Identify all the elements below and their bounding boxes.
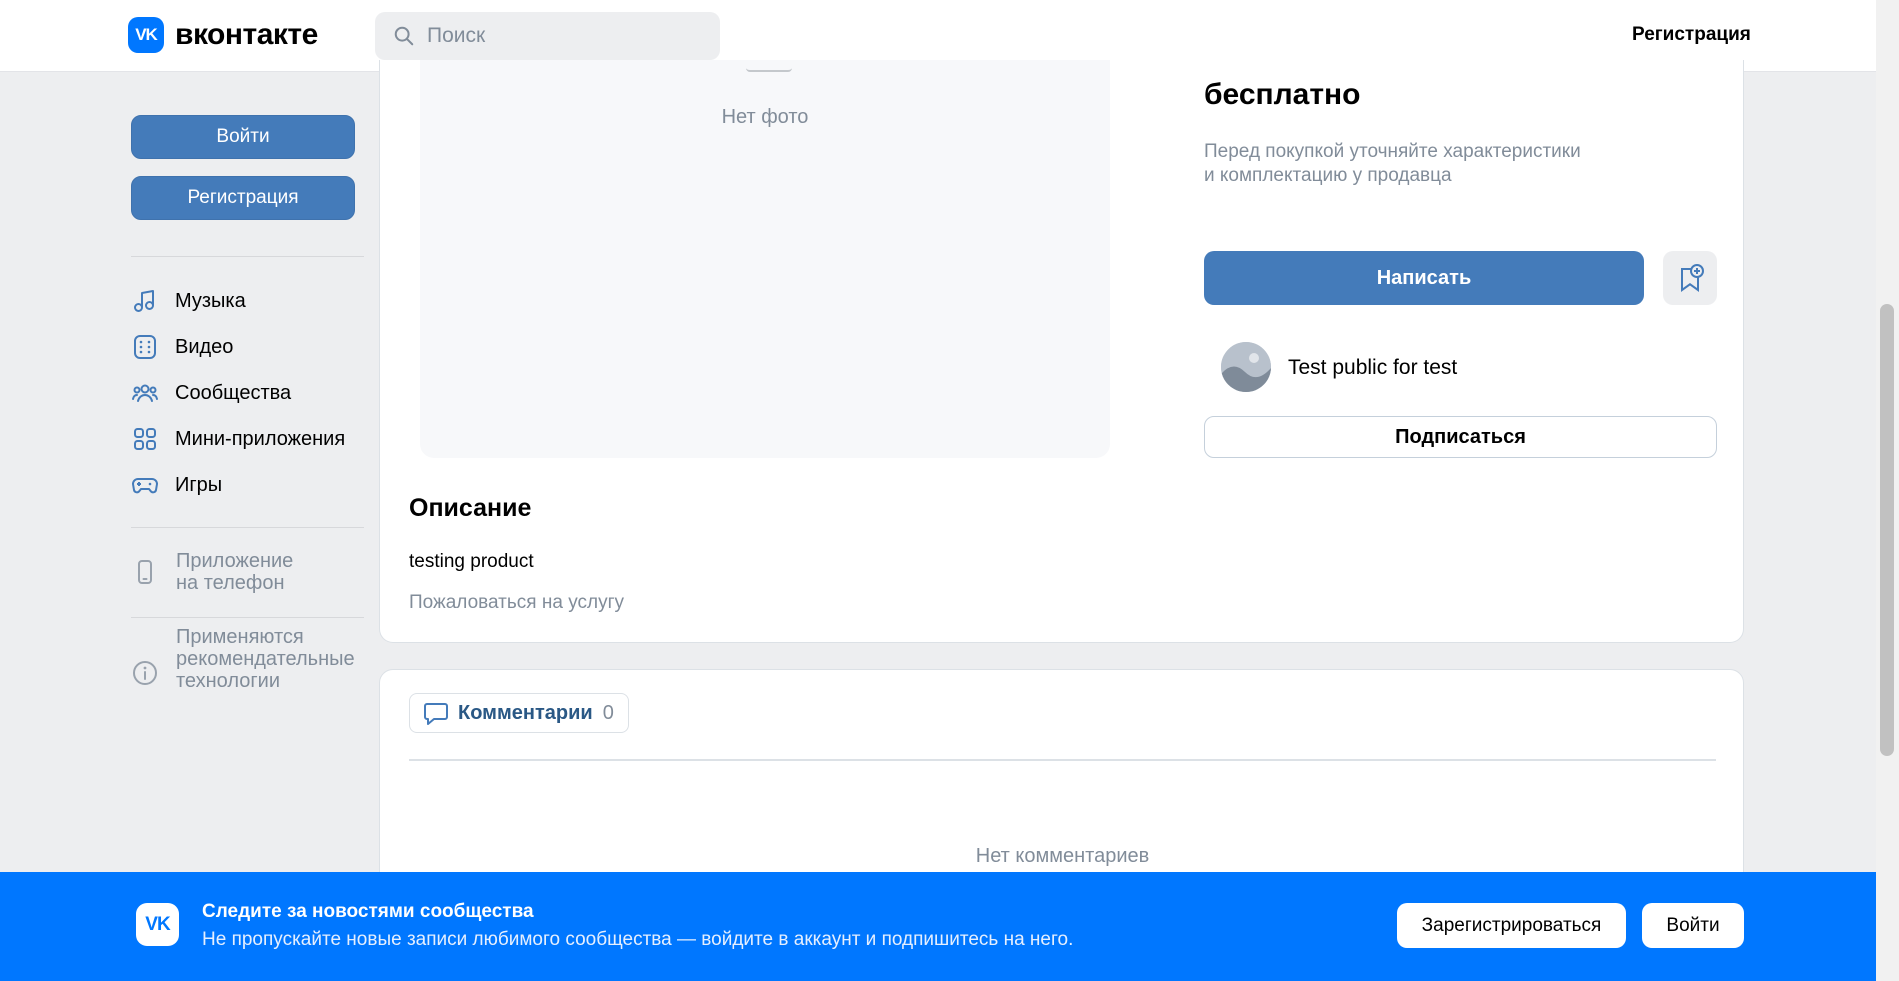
sidebar-item-games[interactable]: Игры <box>131 470 222 500</box>
sidebar-item-label: Игры <box>175 473 223 496</box>
group-avatar[interactable] <box>1221 342 1271 392</box>
vk-logo[interactable]: VK вконтакте <box>128 17 318 53</box>
comment-icon <box>424 703 448 725</box>
games-icon <box>132 478 158 494</box>
sidebar-item-communities[interactable]: Сообщества <box>131 378 291 408</box>
sidebar-item-label: Музыка <box>175 289 246 312</box>
image-placeholder-icon <box>1221 342 1271 392</box>
sidebar-login-button[interactable]: Войти <box>131 115 355 159</box>
subscribe-banner: VK Следите за новостями сообщества Не пр… <box>0 872 1876 981</box>
header-register-link[interactable]: Регистрация <box>1632 24 1751 46</box>
sidebar-item-mini-apps[interactable]: Мини-приложения <box>131 424 345 454</box>
phone-app-line2: на телефон <box>176 572 285 594</box>
report-link[interactable]: Пожаловаться на услугу <box>409 592 624 614</box>
description-text: testing product <box>409 551 534 572</box>
info-icon <box>133 661 157 685</box>
product-photo-placeholder: Нет фото <box>420 60 1110 458</box>
recommend-line2: рекомендательные <box>176 648 355 670</box>
write-button[interactable]: Написать <box>1204 251 1644 305</box>
sidebar-item-music[interactable]: Музыка <box>131 286 246 316</box>
group-name-link[interactable]: Test public for test <box>1288 356 1457 380</box>
video-icon <box>134 335 156 359</box>
banner-register-button[interactable]: Зарегистрироваться <box>1397 903 1626 948</box>
bookmark-button[interactable] <box>1663 251 1717 305</box>
search-box[interactable] <box>375 12 720 60</box>
comments-count: 0 <box>602 701 614 724</box>
banner-title: Следите за новостями сообщества <box>202 901 534 922</box>
phone-app-line1: Приложение <box>176 550 294 572</box>
search-icon <box>394 26 414 46</box>
banner-login-button[interactable]: Войти <box>1642 903 1744 948</box>
music-icon <box>134 290 154 312</box>
recommend-line3: технологии <box>176 670 281 692</box>
camera-icon <box>746 60 792 72</box>
phone-icon <box>138 560 152 584</box>
subscribe-button[interactable]: Подписаться <box>1204 416 1717 458</box>
product-card: Нет фото бесплатно Перед покупкой уточня… <box>379 60 1744 643</box>
vk-logo-icon: VK <box>136 903 179 946</box>
sidebar-item-label: Видео <box>175 335 234 358</box>
recommend-line1: Применяются <box>176 626 304 648</box>
no-photo-text: Нет фото <box>721 106 809 128</box>
search-input[interactable] <box>425 23 709 49</box>
sidebar-phone-app-link[interactable]: Приложение на телефон <box>176 550 293 594</box>
product-price: бесплатно <box>1204 78 1361 111</box>
vk-logo-icon: VK <box>128 17 164 53</box>
comments-tab-label: Комментарии <box>458 701 593 724</box>
sidebar-register-button[interactable]: Регистрация <box>131 176 355 220</box>
sidebar-item-label: Сообщества <box>175 381 292 404</box>
sidebar-recommend-link[interactable]: Применяются рекомендательные технологии <box>176 626 355 692</box>
comments-divider <box>409 759 1716 761</box>
product-note: Перед покупкой уточняйте характеристики … <box>1204 140 1624 188</box>
communities-icon <box>132 384 158 402</box>
no-comments-text: Нет комментариев <box>975 845 1150 867</box>
mini-apps-icon <box>134 428 156 450</box>
product-note-line1: Перед покупкой уточняйте характеристики <box>1204 141 1581 162</box>
scrollbar-thumb[interactable] <box>1880 304 1894 756</box>
sidebar-divider <box>131 617 364 618</box>
description-title: Описание <box>409 494 532 522</box>
sidebar-divider <box>131 527 364 528</box>
product-note-line2: и комплектацию у продавца <box>1204 165 1452 186</box>
sidebar-item-video[interactable]: Видео <box>131 332 233 362</box>
banner-text: Не пропускайте новые записи любимого соо… <box>202 929 1074 950</box>
vk-logo-text: вконтакте <box>175 18 318 51</box>
sidebar-divider <box>131 256 364 257</box>
sidebar-item-label: Мини-приложения <box>175 427 346 450</box>
bookmark-add-icon <box>1681 264 1704 292</box>
tab-comments[interactable]: Комментарии 0 <box>409 693 629 733</box>
